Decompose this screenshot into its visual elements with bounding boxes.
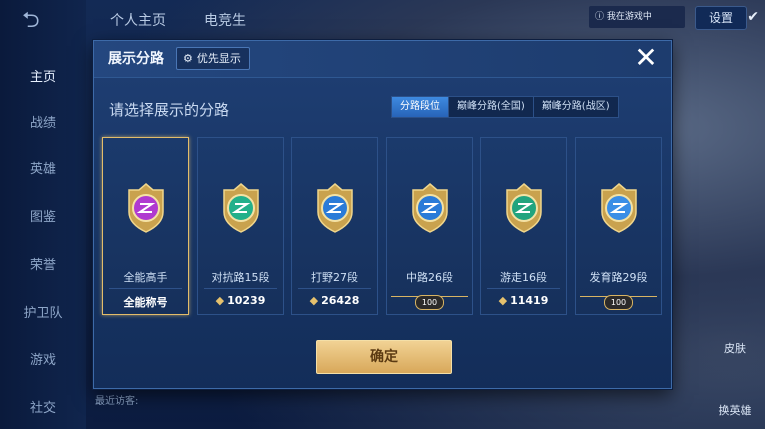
lane-card-value: ◆ 10239 [198, 294, 283, 307]
sidebar-item-records[interactable]: 战绩 [0, 112, 86, 131]
dialog-header: 展示分路 ⚙ 优先显示 ✕ [94, 41, 671, 78]
rank-points-icon: ◆ [498, 294, 508, 307]
sidebar-item-games[interactable]: 游戏 [0, 349, 86, 368]
lane-display-dialog: 展示分路 ⚙ 优先显示 ✕ 请选择展示的分路 分路段位 巅峰分路(全国) 巅峰分路… [93, 40, 672, 389]
sidebar-item-home[interactable]: 主页 [0, 66, 86, 85]
rank-points-icon: ◆ [309, 294, 319, 307]
sidebar-item-codex[interactable]: 图鉴 [0, 206, 86, 225]
gear-icon: ⚙ [183, 52, 193, 65]
lane-card[interactable]: 全能高手 全能称号 [102, 137, 189, 315]
rank-badge: 100 [389, 290, 470, 310]
priority-display-button[interactable]: ⚙ 优先显示 [176, 47, 250, 70]
lane-card-value-text: 26428 [321, 294, 360, 307]
close-icon[interactable]: ✕ [631, 43, 661, 73]
lane-card-value: ◆ 11419 [481, 294, 566, 307]
jungle-emblem-icon [312, 182, 358, 234]
lane-card[interactable]: 发育路29段 100 [575, 137, 662, 315]
rank-badge: 100 [578, 290, 659, 310]
back-arrow-icon[interactable]: ⮌ [22, 10, 62, 32]
settings-button[interactable]: 设置 [695, 6, 747, 30]
card-divider [487, 288, 560, 289]
top-bar: 个人主页 电竞生 ⓘ 我在游戏中 设置 ✔ [86, 0, 765, 38]
lane-card-name: 对抗路15段 [211, 271, 270, 284]
tab-peak-national[interactable]: 巅峰分路(全国) [449, 97, 534, 117]
sidebar-item-guard[interactable]: 护卫队 [0, 302, 86, 321]
lane-card[interactable]: 对抗路15段 ◆ 10239 [197, 137, 284, 315]
lane-tabs: 分路段位 巅峰分路(全国) 巅峰分路(战区) [391, 96, 619, 118]
lane-card[interactable]: 打野27段 ◆ 26428 [291, 137, 378, 315]
lane-card[interactable]: 游走16段 ◆ 11419 [480, 137, 567, 315]
lane-card-name: 中路26段 [406, 271, 453, 284]
farm-lane-emblem-icon [596, 182, 642, 234]
lane-card-value-text: 11419 [510, 294, 549, 307]
lane-card-value: 全能称号 [103, 294, 188, 310]
dialog-title: 展示分路 [108, 51, 164, 67]
sidebar-item-heroes[interactable]: 英雄 [0, 158, 86, 177]
lane-card-value-text: 10239 [227, 294, 266, 307]
lane-card-value: ◆ 26428 [292, 294, 377, 307]
lane-card-value-text: 全能称号 [123, 296, 168, 309]
recent-visitors-label: 最近访客: [95, 396, 139, 407]
rank-points-icon: ◆ [215, 294, 225, 307]
card-divider [204, 288, 277, 289]
status-badge[interactable]: ⓘ 我在游戏中 [589, 6, 685, 28]
tab-personal-home[interactable]: 个人主页 [110, 10, 166, 30]
tab-esports[interactable]: 电竞生 [204, 10, 246, 30]
dialog-subtitle: 请选择展示的分路 [109, 101, 230, 119]
card-divider [298, 288, 371, 289]
priority-display-label: 优先显示 [196, 52, 241, 65]
mid-lane-emblem-icon [407, 182, 453, 234]
roam-emblem-icon [501, 182, 547, 234]
lane-card-name: 打野27段 [311, 271, 358, 284]
lane-card-name: 发育路29段 [589, 271, 648, 284]
sidebar-item-social[interactable]: 社交 [0, 397, 86, 416]
all-round-emblem-icon [123, 182, 169, 234]
sidebar: ⮌ 主页 战绩 英雄 图鉴 荣誉 护卫队 游戏 社交 [0, 0, 86, 429]
tab-lane-rank[interactable]: 分路段位 [392, 97, 449, 117]
card-divider [109, 288, 182, 289]
change-hero-button[interactable]: 换英雄 [713, 402, 757, 418]
skin-button[interactable]: 皮肤 [713, 340, 757, 356]
rank-badge-value: 100 [414, 295, 445, 310]
tab-peak-region[interactable]: 巅峰分路(战区) [533, 97, 618, 117]
clash-lane-emblem-icon [218, 182, 264, 234]
check-icon: ✔ [747, 9, 759, 25]
lane-card-name: 全能高手 [123, 271, 168, 284]
rank-badge-value: 100 [603, 295, 634, 310]
confirm-button[interactable]: 确定 [316, 340, 452, 374]
lane-card[interactable]: 中路26段 100 [386, 137, 473, 315]
sidebar-item-honor[interactable]: 荣誉 [0, 254, 86, 273]
lane-card-name: 游走16段 [500, 271, 547, 284]
